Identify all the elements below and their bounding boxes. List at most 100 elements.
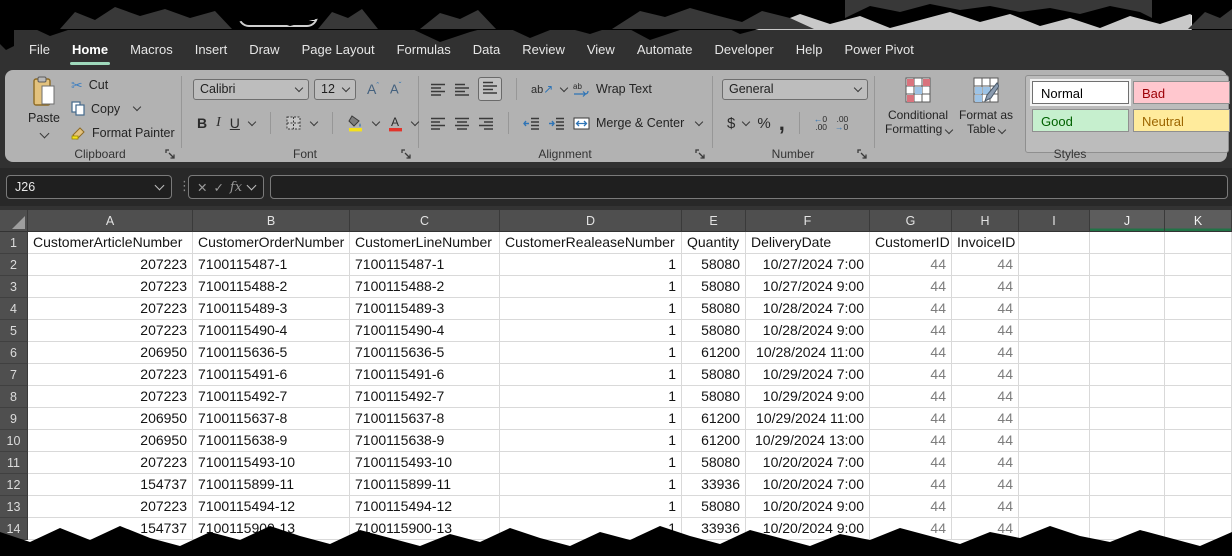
row-header-14[interactable]: 14 xyxy=(0,518,28,540)
cell[interactable]: 61200 xyxy=(682,408,746,430)
cell[interactable]: 44 xyxy=(952,342,1019,364)
tab-help[interactable]: Help xyxy=(785,30,834,68)
cell[interactable] xyxy=(1165,386,1232,408)
cell[interactable]: 44 xyxy=(952,276,1019,298)
cell[interactable]: 44 xyxy=(870,364,952,386)
cell[interactable]: 7100115899-11 xyxy=(193,474,350,496)
increase-decimal-button[interactable]: ←0.00 xyxy=(814,115,827,131)
cell[interactable]: 7100115493-10 xyxy=(193,452,350,474)
cell[interactable]: 1 xyxy=(500,298,682,320)
cell[interactable]: 1 xyxy=(500,364,682,386)
row-header-10[interactable]: 10 xyxy=(0,430,28,452)
title-dropdown-chevron-icon[interactable] xyxy=(616,7,629,20)
cell[interactable]: 7100115489-3 xyxy=(350,298,500,320)
cell[interactable]: 7100115637-8 xyxy=(193,408,350,430)
alignment-dialog-launcher-icon[interactable] xyxy=(695,149,706,160)
fx-chevron-icon[interactable] xyxy=(247,181,257,191)
column-header-G[interactable]: G xyxy=(870,210,952,232)
cell[interactable]: CustomerOrderNumber xyxy=(193,232,350,254)
fill-color-dropdown-chevron-icon[interactable] xyxy=(372,117,380,125)
search-box[interactable] xyxy=(753,5,1192,32)
tab-data[interactable]: Data xyxy=(462,30,511,68)
cell[interactable]: 58080 xyxy=(682,452,746,474)
cell[interactable] xyxy=(1019,232,1090,254)
decrease-font-size-button[interactable]: Aˇ xyxy=(390,81,401,96)
column-header-C[interactable]: C xyxy=(350,210,500,232)
cell[interactable] xyxy=(1090,474,1165,496)
row-header-8[interactable]: 8 xyxy=(0,386,28,408)
cell[interactable] xyxy=(1090,496,1165,518)
cell[interactable] xyxy=(1019,364,1090,386)
format-painter-button[interactable]: Format Painter xyxy=(71,124,175,141)
cell[interactable]: 58080 xyxy=(682,320,746,342)
cell[interactable]: 1 xyxy=(500,408,682,430)
cell[interactable]: 7100115494-12 xyxy=(193,496,350,518)
bold-button[interactable]: B xyxy=(197,115,207,131)
cell[interactable]: 207223 xyxy=(28,364,193,386)
cell[interactable]: DeliveryDate xyxy=(746,232,870,254)
copy-dropdown-chevron-icon[interactable] xyxy=(133,103,141,111)
cell[interactable]: 7100115636-5 xyxy=(193,342,350,364)
cell[interactable] xyxy=(1165,430,1232,452)
column-header-K[interactable]: K xyxy=(1165,210,1232,232)
cell[interactable] xyxy=(1090,364,1165,386)
percent-style-button[interactable]: % xyxy=(757,115,770,132)
currency-format-button[interactable]: $ xyxy=(727,115,735,132)
column-header-I[interactable]: I xyxy=(1019,210,1090,232)
wrap-text-button[interactable]: Wrap Text xyxy=(596,82,652,96)
cell[interactable]: 44 xyxy=(870,474,952,496)
cell[interactable] xyxy=(1090,452,1165,474)
column-header-D[interactable]: D xyxy=(500,210,682,232)
cancel-icon[interactable]: ✕ xyxy=(197,180,207,195)
cell[interactable]: 7100115491-6 xyxy=(193,364,350,386)
cell[interactable] xyxy=(1019,386,1090,408)
tab-draw[interactable]: Draw xyxy=(238,30,290,68)
tab-insert[interactable]: Insert xyxy=(184,30,239,68)
cell[interactable] xyxy=(1090,232,1165,254)
conditional-formatting-button[interactable]: Conditional Formatting xyxy=(885,77,951,136)
row-header-3[interactable]: 3 xyxy=(0,276,28,298)
cell[interactable] xyxy=(1019,496,1090,518)
column-header-F[interactable]: F xyxy=(746,210,870,232)
style-neutral[interactable]: Neutral xyxy=(1133,109,1230,132)
cell[interactable]: 10/29/2024 11:00 xyxy=(746,408,870,430)
cell[interactable]: 207223 xyxy=(28,320,193,342)
cell[interactable] xyxy=(1019,408,1090,430)
cell[interactable]: 154737 xyxy=(28,474,193,496)
borders-dropdown-chevron-icon[interactable] xyxy=(310,117,318,125)
tab-developer[interactable]: Developer xyxy=(703,30,784,68)
cell[interactable]: 10/20/2024 7:00 xyxy=(746,474,870,496)
cell[interactable]: 7100115636-5 xyxy=(350,342,500,364)
align-center-button[interactable] xyxy=(454,117,470,130)
cell[interactable] xyxy=(1165,298,1232,320)
font-dialog-launcher-icon[interactable] xyxy=(401,149,412,160)
middle-align-button[interactable] xyxy=(454,83,470,96)
cell[interactable]: 44 xyxy=(952,386,1019,408)
cell[interactable]: 1 xyxy=(500,496,682,518)
underline-dropdown-chevron-icon[interactable] xyxy=(248,117,256,125)
cell[interactable]: 58080 xyxy=(682,276,746,298)
cell[interactable] xyxy=(1019,518,1090,540)
decrease-decimal-button[interactable]: .00→0 xyxy=(835,115,848,131)
cell[interactable] xyxy=(1090,298,1165,320)
name-box[interactable]: J26 xyxy=(6,175,172,199)
tab-home[interactable]: Home xyxy=(61,30,119,68)
cell[interactable]: 207223 xyxy=(28,496,193,518)
cell[interactable]: 44 xyxy=(952,298,1019,320)
cell[interactable] xyxy=(1090,408,1165,430)
cell[interactable]: 7100115492-7 xyxy=(350,386,500,408)
row-header-1[interactable]: 1 xyxy=(0,232,28,254)
style-bad[interactable]: Bad xyxy=(1133,81,1230,104)
font-size-combo[interactable]: 12 xyxy=(314,79,356,100)
cell[interactable]: 33936 xyxy=(682,474,746,496)
cell[interactable]: 44 xyxy=(870,254,952,276)
style-normal[interactable]: Normal xyxy=(1032,81,1129,104)
cell[interactable]: 7100115489-3 xyxy=(193,298,350,320)
cell[interactable] xyxy=(1090,430,1165,452)
cell[interactable]: 44 xyxy=(952,408,1019,430)
currency-dropdown-chevron-icon[interactable] xyxy=(742,117,750,125)
increase-font-size-button[interactable]: Aˆ xyxy=(367,81,379,97)
cell[interactable]: 207223 xyxy=(28,276,193,298)
cell[interactable] xyxy=(1019,298,1090,320)
clipboard-dialog-launcher-icon[interactable] xyxy=(165,149,176,160)
